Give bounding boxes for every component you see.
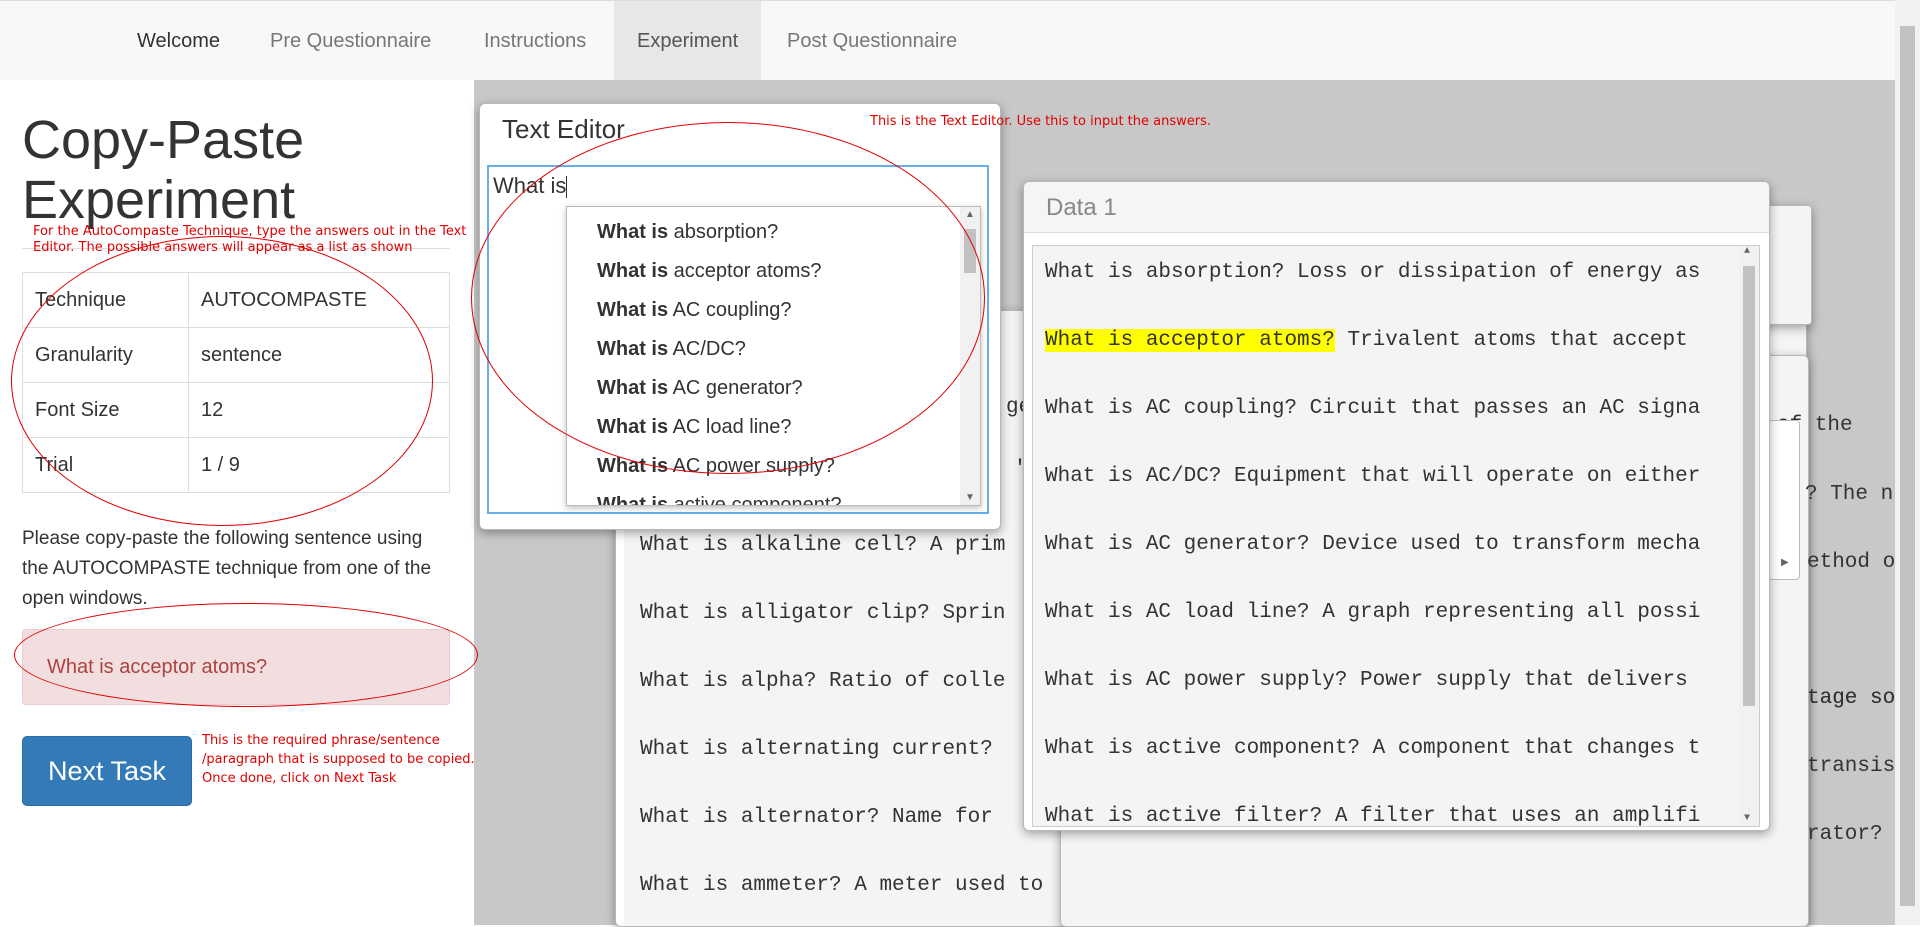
nav-pre-questionnaire[interactable]: Pre Questionnaire <box>247 1 454 81</box>
info-value: AUTOCOMPASTE <box>188 272 450 328</box>
data1-title: Data 1 <box>1046 194 1117 221</box>
info-key: Technique <box>22 272 189 328</box>
suggestion-rest: AC coupling? <box>668 299 792 321</box>
text-line: What is AC coupling? Circuit that passes… <box>1045 397 1701 420</box>
scroll-down-icon[interactable]: ▼ <box>965 492 975 503</box>
text-line: tage so <box>1807 687 1896 710</box>
table-row: Granularity sentence <box>22 327 450 383</box>
nav-post-questionnaire[interactable]: Post Questionnaire <box>764 1 980 81</box>
nav-instructions[interactable]: Instructions <box>461 1 609 81</box>
task-instruction: Please copy-paste the following sentence… <box>22 528 432 609</box>
text-line-highlighted: What is acceptor atoms? Trivalent atoms … <box>1045 329 1688 352</box>
text-line: What is AC generator? Device used to tra… <box>1045 533 1701 556</box>
data1-scrollbar[interactable]: ▲ ▼ <box>1739 246 1759 826</box>
data1-window[interactable]: Data 1 What is absorption? Loss or dissi… <box>1023 181 1770 831</box>
text-editor-title: Text Editor <box>502 114 625 144</box>
suggestion-rest: AC generator? <box>668 377 803 399</box>
data1-content[interactable]: What is absorption? Loss or dissipation … <box>1032 245 1760 827</box>
suggestion-item[interactable]: What is AC coupling? <box>597 299 792 322</box>
scroll-down-icon[interactable]: ▼ <box>1744 813 1750 824</box>
autocomplete-scrollbar[interactable]: ▲ ▼ <box>960 207 980 505</box>
text-line: What is alligator clip? Sprin <box>640 602 1006 625</box>
side-handle[interactable]: ▶ <box>1768 420 1800 580</box>
experiment-info-table: Technique AUTOCOMPASTE Granularity sentenc… <box>22 272 450 493</box>
annotation-target-2: /paragraph that is supposed to be copied… <box>202 752 475 767</box>
suggestion-item[interactable]: What is absorption? <box>597 221 778 244</box>
text-line: What is alternating current? <box>640 738 993 761</box>
annotation-editor: This is the Text Editor. Use this to inp… <box>870 114 1212 129</box>
suggestion-match: What is <box>597 260 669 282</box>
text-line: ethod o <box>1807 551 1896 574</box>
info-value: sentence <box>188 327 450 383</box>
text-line: What is active filter? A filter that use… <box>1045 805 1701 827</box>
data1-header[interactable]: Data 1 <box>1024 182 1769 233</box>
scroll-up-icon[interactable]: ▲ <box>965 209 975 220</box>
info-key: Font Size <box>22 382 189 438</box>
text-line: What is alkaline cell? A prim <box>640 534 1006 557</box>
suggestion-match: What is <box>597 494 669 506</box>
suggestion-rest: active component? <box>668 494 842 506</box>
typed-value: What is <box>493 173 567 198</box>
text-line-rest: Trivalent atoms that accept <box>1347 329 1688 352</box>
suggestion-item[interactable]: What is AC load line? <box>597 416 792 439</box>
page-title-line2: Experiment <box>22 170 296 230</box>
suggestion-item[interactable]: What is AC power supply? <box>597 455 835 478</box>
suggestion-item[interactable]: What is active component? <box>597 494 842 506</box>
annotation-target-3: Once done, click on Next Task <box>202 771 397 786</box>
suggestion-item[interactable]: What is acceptor atoms? <box>597 260 822 283</box>
text-caret <box>566 176 568 199</box>
text-line: What is AC load line? A graph representi… <box>1045 601 1701 624</box>
page-scrollbar[interactable] <box>1895 0 1920 925</box>
highlighted-sentence: What is acceptor atoms? <box>1045 329 1335 352</box>
table-row: Technique AUTOCOMPASTE <box>22 272 450 328</box>
chevron-right-icon[interactable]: ▶ <box>1781 557 1789 568</box>
text-line: ? The n <box>1805 483 1894 506</box>
target-sentence: What is acceptor atoms? <box>22 629 450 705</box>
nav-welcome[interactable]: Welcome <box>114 1 243 81</box>
next-task-button[interactable]: Next Task <box>22 736 192 806</box>
suggestion-rest: absorption? <box>668 221 779 243</box>
suggestion-rest: AC/DC? <box>668 338 746 360</box>
suggestion-match: What is <box>597 338 669 360</box>
scroll-up-icon[interactable]: ▲ <box>1744 246 1750 257</box>
suggestion-rest: AC load line? <box>668 416 792 438</box>
autocomplete-scrollbar-thumb[interactable] <box>964 229 976 273</box>
annotation-autocompaste: For the AutoCompaste Technique, type the… <box>33 224 467 255</box>
suggestion-item[interactable]: What is AC generator? <box>597 377 803 400</box>
info-key: Trial <box>22 437 189 493</box>
suggestion-match: What is <box>597 416 669 438</box>
info-key: Granularity <box>22 327 189 383</box>
suggestion-rest: AC power supply? <box>668 455 835 477</box>
editor-typed-text: What is <box>493 173 568 199</box>
suggestion-rest: acceptor atoms? <box>668 260 822 282</box>
text-editor-window[interactable]: Text Editor What is What is absorption? … <box>479 103 1001 530</box>
table-row: Font Size 12 <box>22 382 450 438</box>
suggestion-item[interactable]: What is AC/DC? <box>597 338 746 361</box>
text-line: What is alpha? Ratio of colle <box>640 670 1006 693</box>
text-line: What is AC power supply? Power supply th… <box>1045 669 1688 692</box>
nav-experiment[interactable]: Experiment <box>614 1 762 81</box>
text-line: What is AC/DC? Equipment that will opera… <box>1045 465 1701 488</box>
left-panel: Copy-Paste Experiment Technique AUTOCOMPA… <box>0 80 474 925</box>
text-line: What is active component? A component th… <box>1045 737 1701 760</box>
suggestion-match: What is <box>597 299 669 321</box>
text-line: What is alternator? Name for <box>640 806 993 829</box>
text-line: What is ammeter? A meter used to <box>640 874 1044 897</box>
suggestion-match: What is <box>597 377 669 399</box>
text-line: What is absorption? Loss or dissipation … <box>1045 261 1701 284</box>
info-value: 12 <box>188 382 450 438</box>
text-line: rator? <box>1807 823 1883 846</box>
page-title-line1: Copy-Paste <box>22 110 305 170</box>
page-scrollbar-thumb[interactable] <box>1900 26 1915 906</box>
suggestion-match: What is <box>597 221 669 243</box>
suggestion-match: What is <box>597 455 669 477</box>
top-navbar: Welcome Pre Questionnaire Instructions E… <box>0 0 1895 82</box>
table-row: Trial 1 / 9 <box>22 437 450 493</box>
info-value: 1 / 9 <box>188 437 450 493</box>
data1-scrollbar-thumb[interactable] <box>1743 266 1755 706</box>
text-line: transis <box>1807 755 1896 778</box>
annotation-target-1: This is the required phrase/sentence <box>202 733 440 748</box>
page-title: Copy-Paste Experiment <box>22 110 304 230</box>
autocomplete-list[interactable]: What is absorption? What is acceptor ato… <box>566 206 981 506</box>
